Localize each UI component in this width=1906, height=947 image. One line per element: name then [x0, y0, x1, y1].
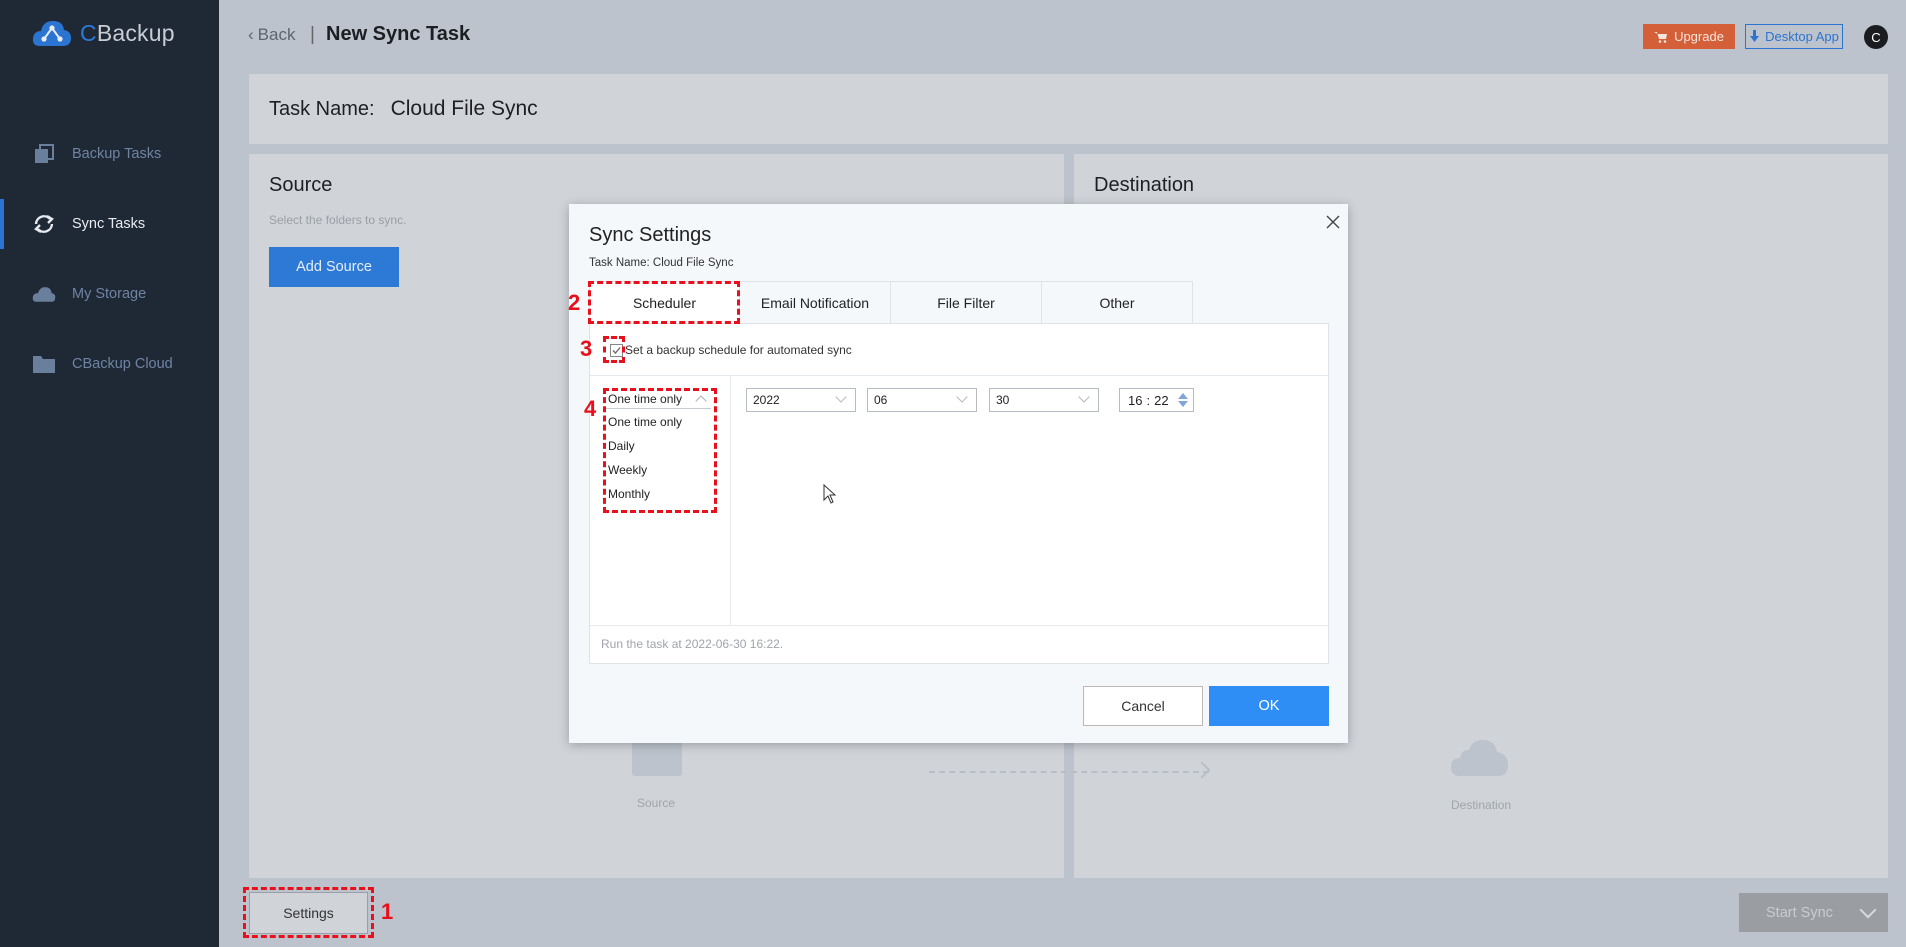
sidebar-item-sync-tasks[interactable]: Sync Tasks — [0, 199, 219, 249]
tab-file-filter[interactable]: File Filter — [891, 281, 1042, 324]
chevron-down-icon[interactable] — [1859, 901, 1877, 919]
dialog-subtitle: Task Name: Cloud File Sync — [589, 257, 734, 269]
year-select[interactable]: 2022 — [746, 388, 856, 412]
add-source-button[interactable]: Add Source — [269, 247, 399, 287]
sidebar-item-label: CBackup Cloud — [72, 356, 173, 372]
annotation-box-2 — [588, 281, 740, 324]
task-name-value[interactable]: Cloud File Sync — [391, 97, 538, 121]
annotation-box-4 — [603, 388, 717, 513]
divider — [590, 625, 1328, 626]
mouse-cursor-icon — [823, 484, 837, 504]
destination-title: Destination — [1094, 174, 1195, 196]
annotation-number-1: 1 — [381, 899, 394, 924]
start-sync-label: Start Sync — [1766, 904, 1833, 921]
sidebar: CBackup Backup Tasks Sync Tasks My Stora… — [0, 0, 219, 947]
page-title: New Sync Task — [326, 23, 471, 45]
cancel-button[interactable]: Cancel — [1083, 686, 1203, 726]
day-select[interactable]: 30 — [989, 388, 1099, 412]
spinner-icon[interactable] — [1178, 393, 1188, 407]
annotation-number-3: 3 — [580, 336, 593, 361]
upgrade-label: Upgrade — [1674, 29, 1724, 44]
time-separator: : — [1146, 392, 1151, 408]
ok-button[interactable]: OK — [1209, 686, 1329, 726]
sync-direction-line — [929, 771, 1209, 773]
sync-icon — [32, 212, 56, 236]
minute-value: 22 — [1154, 392, 1169, 408]
chevron-left-icon: ‹ — [248, 25, 254, 44]
task-name-label: Task Name: — [269, 97, 375, 120]
desktop-app-button[interactable]: Desktop App — [1745, 24, 1843, 49]
source-placeholder-label: Source — [637, 796, 676, 810]
upgrade-button[interactable]: Upgrade — [1643, 24, 1735, 49]
divider — [730, 376, 731, 626]
cloud-icon — [32, 282, 56, 306]
divider — [590, 375, 1328, 376]
task-name-bar: Task Name: Cloud File Sync — [249, 74, 1888, 144]
close-icon[interactable] — [1323, 212, 1343, 232]
tab-email-notification[interactable]: Email Notification — [740, 281, 891, 324]
time-input[interactable]: 16 : 22 — [1119, 388, 1194, 412]
cbackup-logo-icon — [32, 21, 71, 46]
dialog-title: Sync Settings — [589, 224, 712, 246]
desktop-app-label: Desktop App — [1765, 29, 1839, 44]
sidebar-item-backup-tasks[interactable]: Backup Tasks — [0, 129, 219, 179]
sidebar-item-label: Sync Tasks — [72, 216, 146, 232]
annotation-number-2: 2 — [568, 290, 581, 315]
start-sync-button[interactable]: Start Sync — [1739, 893, 1888, 932]
run-summary: Run the task at 2022-06-30 16:22. — [601, 637, 784, 651]
month-value: 06 — [874, 393, 888, 407]
tab-other[interactable]: Other — [1042, 281, 1193, 324]
folder-icon — [32, 352, 56, 376]
destination-placeholder-label: Destination — [1451, 798, 1512, 812]
sidebar-item-label: Backup Tasks — [72, 146, 162, 162]
cart-icon — [1654, 31, 1668, 43]
chevron-down-icon — [835, 391, 847, 403]
sidebar-item-my-storage[interactable]: My Storage — [0, 269, 219, 319]
back-label: Back — [257, 25, 296, 44]
logo[interactable]: CBackup — [32, 18, 175, 48]
back-button[interactable]: ‹ Back — [248, 25, 295, 45]
month-select[interactable]: 06 — [867, 388, 977, 412]
download-icon — [1750, 30, 1760, 42]
schedule-checkbox-row: Set a backup schedule for automated sync — [610, 343, 852, 357]
annotation-box-3 — [603, 336, 625, 363]
avatar[interactable]: C — [1864, 25, 1888, 49]
chevron-down-icon — [1078, 391, 1090, 403]
sidebar-item-cbackup-cloud[interactable]: CBackup Cloud — [0, 339, 219, 389]
year-value: 2022 — [753, 393, 780, 407]
chevron-down-icon — [956, 391, 968, 403]
source-subtitle: Select the folders to sync. — [269, 213, 407, 227]
annotation-box-1 — [243, 887, 374, 938]
hour-value: 16 — [1128, 392, 1143, 408]
backup-tasks-icon — [32, 142, 56, 166]
logo-text: CBackup — [80, 19, 175, 46]
sidebar-item-label: My Storage — [72, 286, 147, 302]
source-title: Source — [269, 174, 333, 196]
schedule-checkbox-label: Set a backup schedule for automated sync — [625, 343, 852, 357]
annotation-number-4: 4 — [584, 396, 597, 421]
destination-cloud-icon — [1451, 740, 1508, 776]
day-value: 30 — [996, 393, 1010, 407]
header-separator: | — [310, 24, 315, 45]
